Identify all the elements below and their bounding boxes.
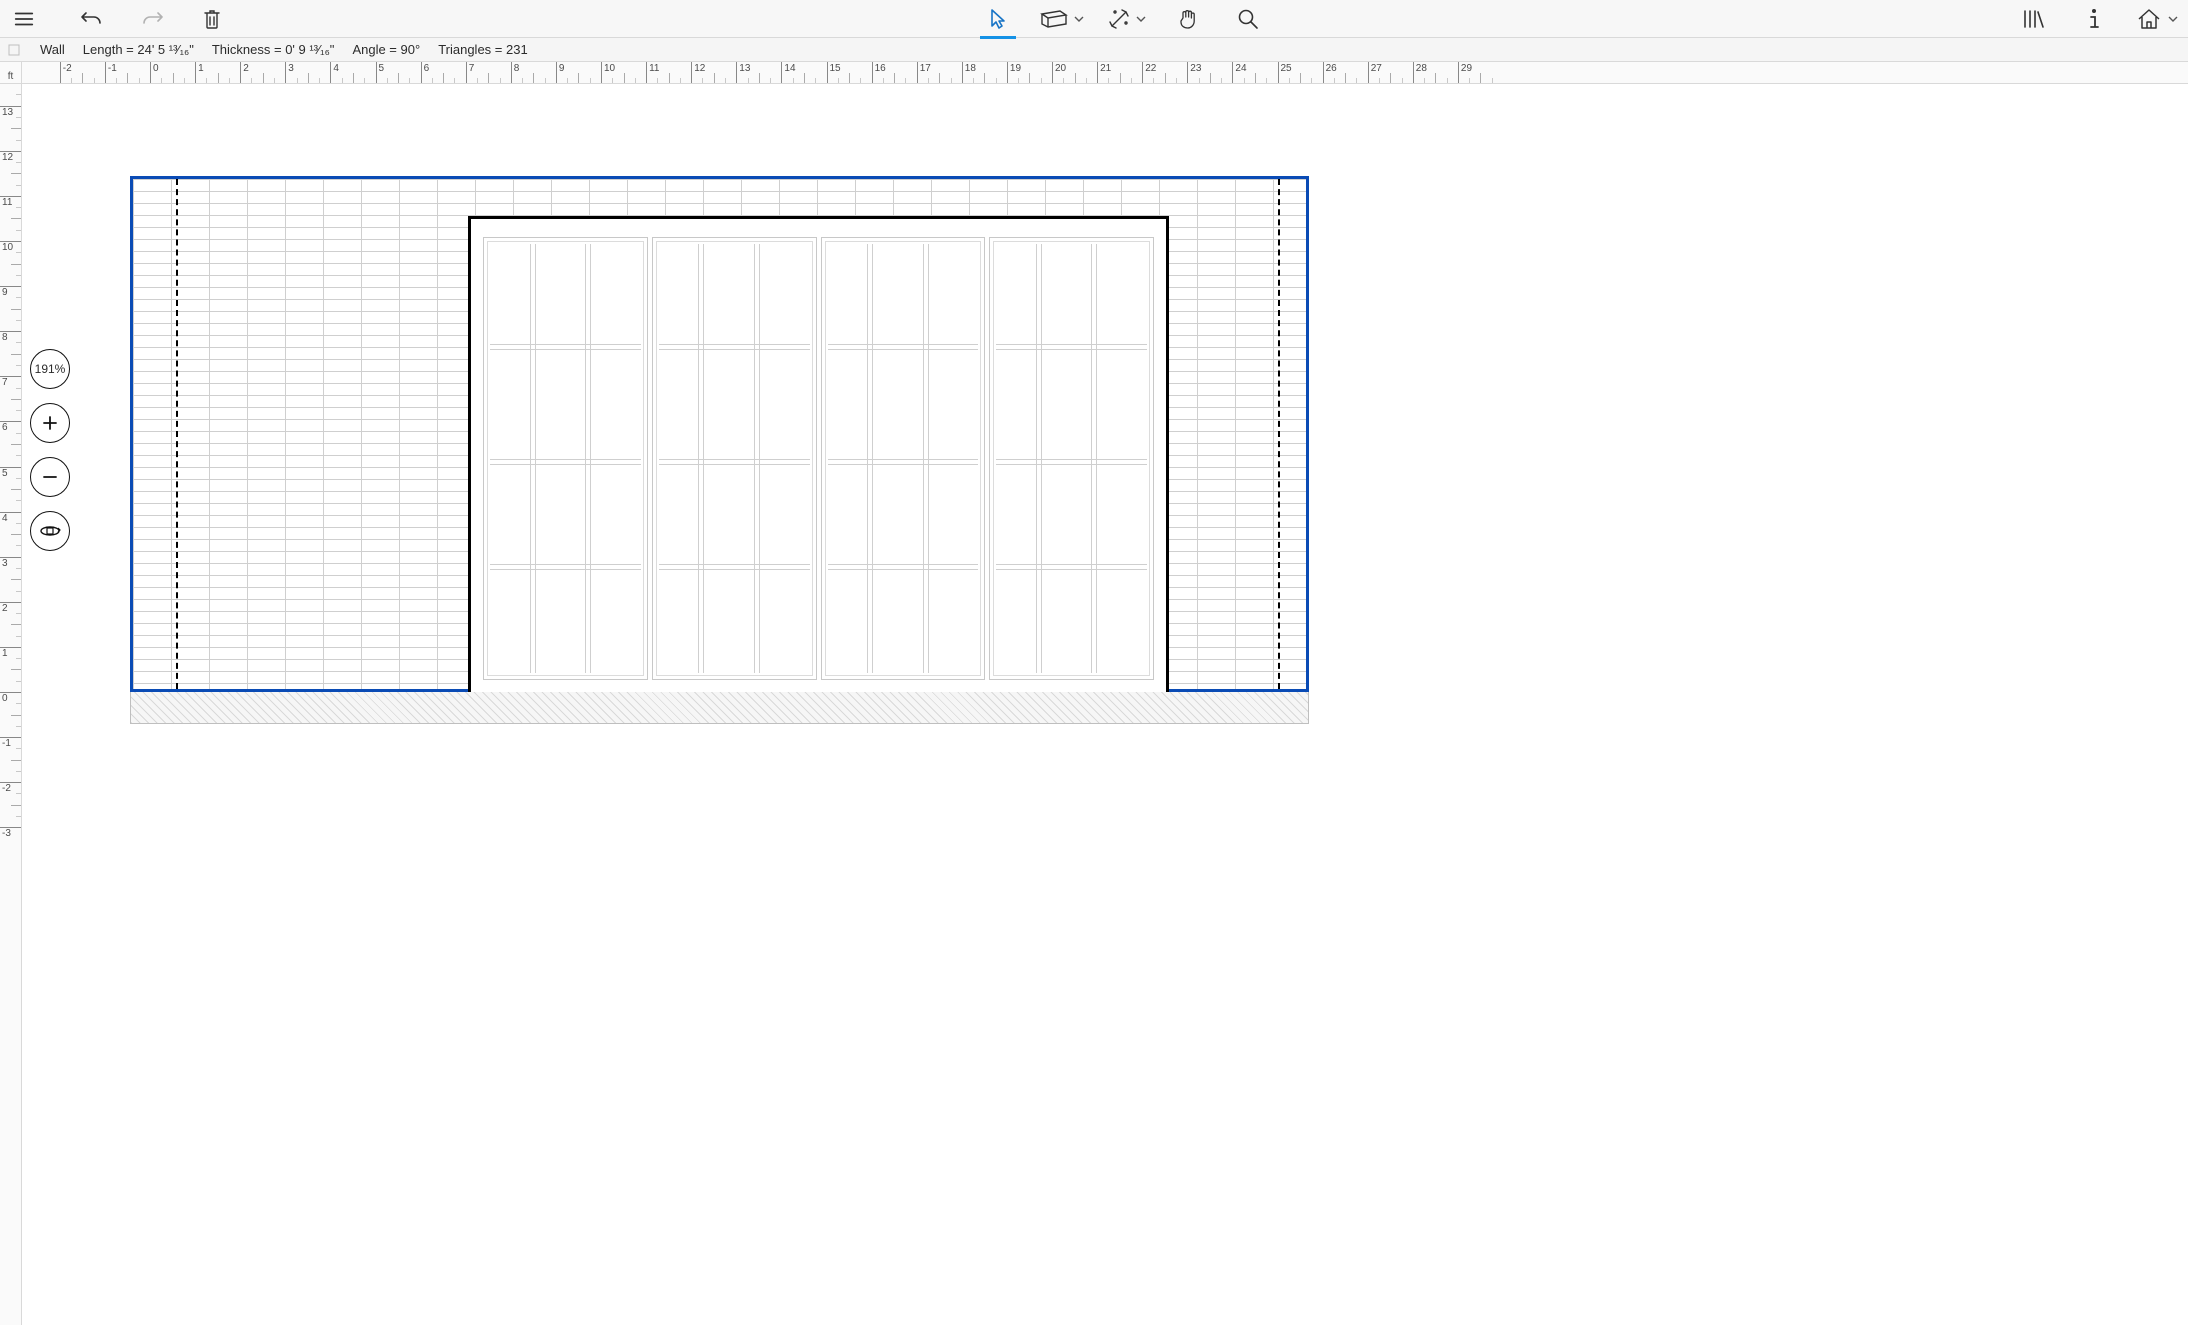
orbit-button[interactable]: [30, 511, 70, 551]
wall-core-line-left: [176, 179, 178, 689]
window-opening[interactable]: [468, 216, 1169, 692]
dimension-tool-button[interactable]: [1108, 0, 1146, 38]
floor-slab: [130, 691, 1309, 723]
sliding-door-assembly: [483, 237, 1154, 680]
chevron-down-icon: [1136, 16, 1146, 22]
zoom-controls: 191%: [30, 349, 70, 551]
library-button[interactable]: [2016, 0, 2052, 38]
delete-button[interactable]: [194, 0, 230, 38]
door-panel[interactable]: [821, 237, 986, 680]
info-button[interactable]: [2076, 0, 2112, 38]
zoom-out-button[interactable]: [30, 457, 70, 497]
work-area: ft -2-1012345678910111213141516171819202…: [0, 62, 2188, 1325]
undo-button[interactable]: [74, 0, 110, 38]
wall-core-line-right: [1278, 179, 1280, 689]
door-panel[interactable]: [483, 237, 648, 680]
zoom-in-button[interactable]: [30, 403, 70, 443]
main-toolbar: [0, 0, 2188, 38]
drawing-canvas[interactable]: 191%: [22, 84, 2188, 1325]
selection-icon: [6, 42, 22, 58]
door-panel[interactable]: [652, 237, 817, 680]
zoom-level-indicator[interactable]: 191%: [30, 349, 70, 389]
pan-tool-button[interactable]: [1170, 0, 1206, 38]
chevron-down-icon: [1074, 16, 1084, 22]
select-tool-button[interactable]: [980, 0, 1016, 38]
menu-button[interactable]: [6, 0, 42, 38]
door-panel[interactable]: [989, 237, 1154, 680]
chevron-down-icon: [2168, 16, 2178, 22]
search-button[interactable]: [1230, 0, 1266, 38]
wall-tool-button[interactable]: [1040, 0, 1084, 38]
angle-field: Angle = 90°: [352, 42, 420, 57]
vertical-ruler[interactable]: -3-2-1012345678910111213: [0, 84, 22, 1325]
home-view-button[interactable]: [2136, 0, 2178, 38]
object-type-label: Wall: [40, 42, 65, 57]
thickness-field: Thickness = 0' 9 ¹³⁄₁₆": [212, 42, 335, 57]
triangles-field: Triangles = 231: [438, 42, 528, 57]
redo-button[interactable]: [134, 0, 170, 38]
length-field: Length = 24' 5 ¹³⁄₁₆": [83, 42, 194, 57]
selection-info-bar: Wall Length = 24' 5 ¹³⁄₁₆" Thickness = 0…: [0, 38, 2188, 62]
horizontal-ruler[interactable]: -2-1012345678910111213141516171819202122…: [22, 62, 2188, 84]
ruler-unit-label: ft: [0, 62, 22, 84]
